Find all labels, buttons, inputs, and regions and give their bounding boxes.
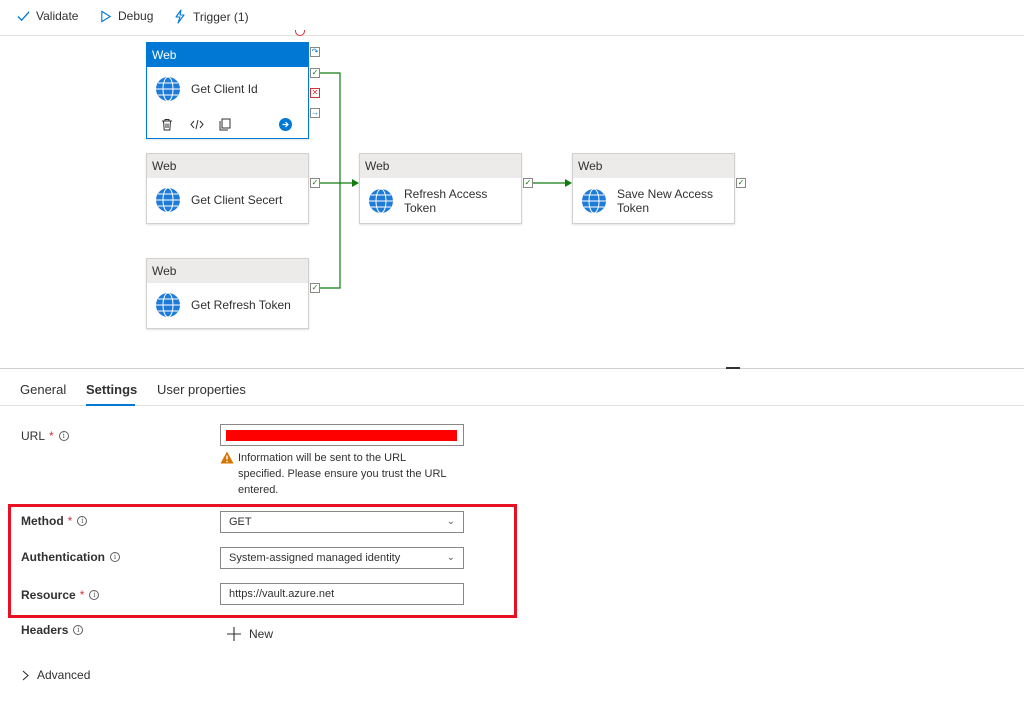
- advanced-label: Advanced: [37, 668, 91, 682]
- activity-name: Get Refresh Token: [191, 298, 291, 312]
- active-tab-indicator: [86, 404, 135, 406]
- activity-save-new-access-token[interactable]: Web Save New Access Token: [572, 153, 735, 224]
- failure-port-icon[interactable]: ✕: [310, 88, 320, 98]
- activity-type-label: Web: [147, 259, 308, 283]
- activity-body: Get Client Id: [155, 76, 258, 102]
- copy-icon[interactable]: [219, 118, 231, 131]
- warning-triangle-icon: [220, 451, 234, 464]
- chevron-right-icon: [22, 670, 29, 680]
- globe-icon: [369, 188, 393, 214]
- activity-refresh-access-token[interactable]: Web Refresh Access Token: [359, 153, 522, 224]
- required-marker: *: [49, 429, 54, 443]
- activity-body: Get Refresh Token: [155, 292, 291, 318]
- url-label: URL: [21, 429, 46, 443]
- headers-label: Headers: [21, 623, 69, 637]
- connector-branch: [320, 72, 341, 289]
- info-icon[interactable]: i: [73, 625, 84, 635]
- redacted-url-value: [226, 430, 457, 441]
- plus-icon: [227, 627, 241, 641]
- success-port-icon[interactable]: ✓: [736, 178, 746, 188]
- activity-get-client-secret[interactable]: Web Get Client Secert: [146, 153, 309, 224]
- activity-toolbar: [161, 117, 301, 133]
- headers-label-group: Headers i: [21, 623, 84, 637]
- globe-icon: [156, 292, 180, 318]
- url-warning-text: Information will be sent to the URL speci…: [238, 452, 447, 496]
- url-label-group: URL * i: [21, 429, 69, 443]
- success-port-icon[interactable]: ✓: [310, 283, 320, 293]
- success-port-icon[interactable]: ✓: [523, 178, 533, 188]
- activity-body: Get Client Secert: [155, 187, 282, 213]
- activity-get-refresh-token[interactable]: Web Get Refresh Token: [146, 258, 309, 329]
- activity-name: Get Client Secert: [191, 193, 283, 207]
- skip-port-icon[interactable]: ↷: [310, 47, 320, 57]
- activity-type-label: Web: [147, 154, 308, 178]
- activity-type-label: Web: [573, 154, 734, 178]
- advanced-expander[interactable]: Advanced: [22, 668, 90, 682]
- url-input[interactable]: [220, 424, 464, 446]
- activity-type-label: Web: [147, 43, 308, 67]
- tab-settings[interactable]: Settings: [86, 382, 137, 397]
- annotation-highlight-box: [8, 504, 517, 618]
- activity-name: Refresh Access Token: [404, 187, 488, 215]
- globe-icon: [156, 76, 180, 102]
- globe-icon: [582, 188, 606, 214]
- add-header-button[interactable]: New: [227, 627, 273, 641]
- success-port-icon[interactable]: ✓: [310, 178, 320, 188]
- go-to-arrow-icon[interactable]: [279, 118, 292, 131]
- info-icon[interactable]: i: [58, 431, 69, 441]
- delete-icon[interactable]: [161, 118, 173, 131]
- activity-name: Save New Access Token: [617, 187, 714, 215]
- activity-name: Get Client Id: [191, 82, 258, 96]
- completion-port-icon[interactable]: →: [310, 108, 320, 118]
- properties-tabs: General Settings User properties: [0, 369, 1024, 406]
- add-header-label: New: [249, 627, 274, 641]
- activity-body: Refresh Access Token: [368, 187, 487, 215]
- globe-icon: [156, 187, 180, 213]
- url-warning: Information will be sent to the URL speci…: [220, 450, 470, 498]
- connector-arrow: [352, 179, 359, 187]
- connector-arrow: [565, 179, 572, 187]
- success-port-icon[interactable]: ✓: [310, 68, 320, 78]
- code-icon[interactable]: [190, 119, 204, 130]
- activity-body: Save New Access Token: [581, 187, 713, 215]
- tab-general[interactable]: General: [20, 382, 66, 397]
- activity-get-client-id[interactable]: Web Get Client Id: [146, 42, 309, 139]
- activity-type-label: Web: [360, 154, 521, 178]
- tab-user-properties[interactable]: User properties: [157, 382, 246, 397]
